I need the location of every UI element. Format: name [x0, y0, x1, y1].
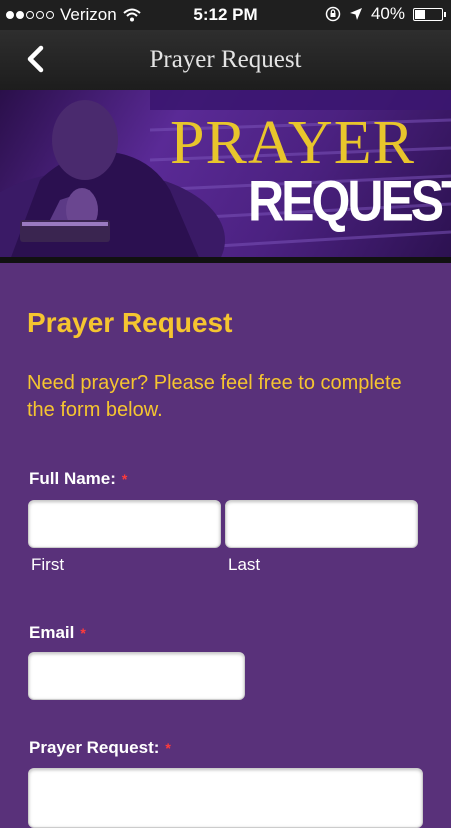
battery-icon	[413, 7, 446, 21]
email-label-text: Email	[29, 623, 75, 642]
email-label: Email *	[29, 623, 86, 643]
last-name-input[interactable]	[225, 500, 418, 548]
prayer-request-label: Prayer Request: *	[29, 738, 171, 758]
banner-title-request: REQUEST	[248, 168, 451, 234]
required-asterisk: *	[165, 740, 171, 756]
nav-title: Prayer Request	[149, 46, 302, 73]
full-name-label-text: Full Name:	[29, 469, 116, 488]
banner-image: PRAYER REQUEST	[0, 90, 451, 260]
form-heading: Prayer Request	[27, 307, 233, 338]
full-name-label: Full Name: *	[29, 469, 127, 489]
email-input[interactable]	[28, 652, 245, 700]
form-intro: Need prayer? Please feel free to complet…	[27, 372, 402, 421]
status-bar: Verizon 5:12 PM 40%	[0, 0, 451, 30]
status-right-group: 40%	[325, 4, 446, 24]
rotation-lock-icon	[325, 6, 341, 22]
first-name-input[interactable]	[28, 500, 221, 548]
prayer-request-label-text: Prayer Request:	[29, 738, 160, 757]
location-arrow-icon	[349, 8, 362, 20]
nav-bar: Prayer Request	[0, 30, 451, 90]
required-asterisk: *	[121, 471, 128, 487]
prayer-request-textarea[interactable]	[28, 768, 423, 828]
banner-title-prayer: PRAYER	[170, 109, 415, 177]
first-name-sublabel: First	[31, 555, 65, 574]
battery-percent: 40%	[370, 4, 405, 23]
last-name-sublabel: Last	[228, 555, 261, 574]
form-content: Prayer Request Need prayer? Please feel …	[0, 263, 451, 828]
required-asterisk: *	[80, 625, 86, 641]
